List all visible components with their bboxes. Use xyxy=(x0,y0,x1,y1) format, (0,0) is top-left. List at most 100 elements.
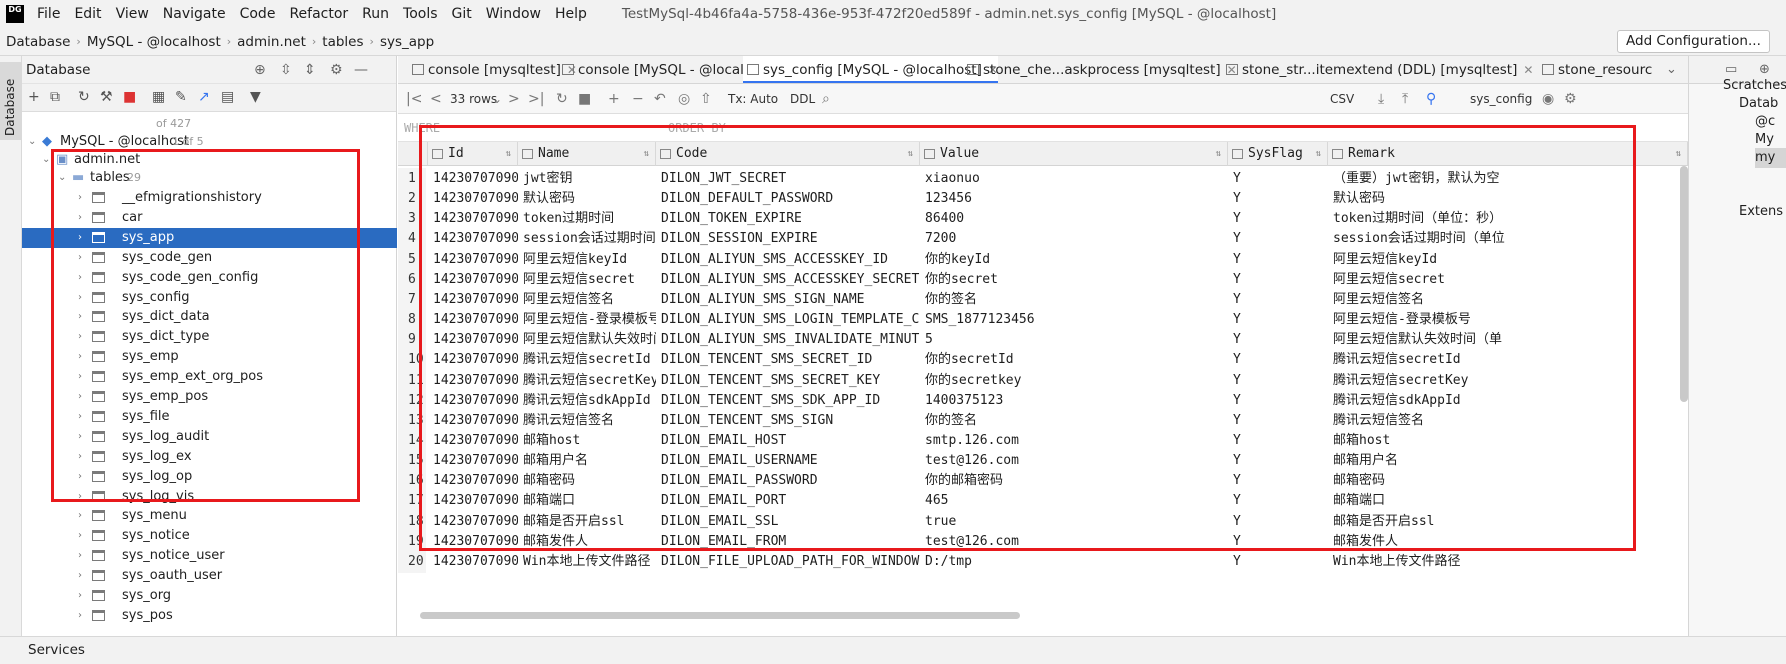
chevron-right-icon[interactable]: › xyxy=(78,447,82,467)
table-cell[interactable]: 86400 xyxy=(920,208,1228,230)
table-cell[interactable]: 邮箱host xyxy=(1328,430,1688,452)
chevron-right-icon[interactable]: › xyxy=(78,427,82,447)
row-number[interactable]: 1 xyxy=(398,168,426,190)
table-cell[interactable]: 142307070902348 xyxy=(428,289,518,311)
sort-icon[interactable]: ⇅ xyxy=(1316,142,1321,166)
table-cell[interactable]: 你的签名 xyxy=(920,289,1228,311)
table-cell[interactable]: DILON_FILE_UPLOAD_PATH_FOR_WINDOWS xyxy=(656,551,920,573)
right-panel-item[interactable]: My xyxy=(1755,130,1774,150)
prev-page-icon[interactable]: < xyxy=(430,91,442,107)
table-cell[interactable]: 邮箱是否开启ssl xyxy=(518,511,656,533)
table-cell[interactable]: DILON_EMAIL_PASSWORD xyxy=(656,470,920,492)
chevron-right-icon[interactable]: › xyxy=(78,566,82,586)
row-number[interactable]: 13 xyxy=(398,409,426,432)
order-by-input[interactable]: ORDER BY xyxy=(668,121,726,135)
sort-icon[interactable]: ⇅ xyxy=(506,142,511,166)
right-panel-item[interactable]: Extens xyxy=(1739,202,1783,222)
edit-icon[interactable]: ✎ xyxy=(175,89,187,105)
row-number[interactable]: 17 xyxy=(398,490,426,513)
table-cell[interactable]: 1400375123 xyxy=(920,390,1228,412)
last-page-icon[interactable]: >| xyxy=(528,91,544,107)
expand-all-icon[interactable]: ⇳ xyxy=(280,62,292,78)
refresh-icon[interactable]: ↻ xyxy=(556,91,568,107)
chevron-right-icon[interactable]: › xyxy=(78,288,82,308)
table-cell[interactable]: Y xyxy=(1228,430,1328,452)
table-cell[interactable]: DILON_TOKEN_EXPIRE xyxy=(656,208,920,230)
table-cell[interactable]: test@126.com xyxy=(920,450,1228,472)
chevron-right-icon[interactable]: › xyxy=(78,407,82,427)
table-cell[interactable]: 142307070902346 xyxy=(428,249,518,271)
table-cell[interactable]: Y xyxy=(1228,228,1328,250)
table-cell[interactable]: 5 xyxy=(920,329,1228,351)
tree-table-item[interactable]: › sys_log_audit xyxy=(22,427,397,447)
table-cell[interactable]: 142307070902356 xyxy=(428,450,518,472)
table-cell[interactable]: Win本地上传文件路径 xyxy=(518,551,656,573)
gear-icon[interactable]: ⚙ xyxy=(1564,91,1577,107)
submit-icon[interactable]: ⇧ xyxy=(700,91,712,107)
tree-table-item[interactable]: › sys_org xyxy=(22,586,397,606)
preview-icon[interactable]: ◎ xyxy=(678,91,690,107)
table-cell[interactable]: token过期时间（单位：秒） xyxy=(1328,208,1688,230)
stop-icon[interactable]: ■ xyxy=(123,89,136,105)
tree-table-item[interactable]: › sys_notice xyxy=(22,526,397,546)
chevron-right-icon[interactable]: › xyxy=(78,327,82,347)
table-cell[interactable]: 142307070902349 xyxy=(428,309,518,331)
tree-table-item[interactable]: › sys_log_op xyxy=(22,467,397,487)
column-header[interactable]: Name ⇅ xyxy=(518,142,656,166)
table-cell[interactable]: 142307070902358 xyxy=(428,490,518,512)
tree-table-item[interactable]: › sys_notice_user xyxy=(22,546,397,566)
where-filter-input[interactable]: WHERE xyxy=(404,121,440,135)
table-cell[interactable]: 阿里云短信默认失效时间 xyxy=(518,329,656,351)
table-cell[interactable]: 邮箱host xyxy=(518,430,656,452)
table-cell[interactable]: 142307070902347 xyxy=(428,269,518,291)
table-cell[interactable]: Win本地上传文件路径 xyxy=(1328,551,1688,573)
close-icon[interactable]: ✕ xyxy=(1523,63,1533,77)
row-number[interactable]: 4 xyxy=(398,228,426,251)
sort-icon[interactable]: ⇅ xyxy=(1676,142,1681,166)
table-cell[interactable]: DILON_TENCENT_SMS_SECRET_KEY xyxy=(656,370,920,392)
table-cell[interactable]: DILON_TENCENT_SMS_SDK_APP_ID xyxy=(656,390,920,412)
services-tab[interactable]: Services xyxy=(28,642,85,658)
chevron-right-icon[interactable]: › xyxy=(78,506,82,526)
table-cell[interactable]: 142307070902344 xyxy=(428,208,518,230)
tree-table-item[interactable]: › sys_app xyxy=(22,227,397,248)
download-icon[interactable]: ⤓ xyxy=(1378,91,1384,107)
chevron-right-icon[interactable]: › xyxy=(78,248,82,268)
table-cell[interactable]: 142307070902350 xyxy=(428,329,518,351)
table-cell[interactable]: 123456 xyxy=(920,188,1228,210)
table-icon[interactable]: ▦ xyxy=(152,89,165,105)
menu-view[interactable]: View xyxy=(109,0,156,28)
table-cell[interactable]: 阿里云短信-登录模板号 xyxy=(518,309,656,331)
menu-git[interactable]: Git xyxy=(445,0,479,28)
table-cell[interactable]: 阿里云短信keyId xyxy=(1328,249,1688,271)
chevron-right-icon[interactable]: › xyxy=(78,546,82,566)
compare-icon[interactable]: ⚲ xyxy=(1426,91,1436,107)
tree-table-item[interactable]: › sys_emp xyxy=(22,347,397,367)
tree-tables-folder[interactable]: ⌄ ▬ tables 29 xyxy=(22,168,397,188)
row-number[interactable]: 7 xyxy=(398,288,426,311)
tree-table-item[interactable]: › sys_emp_ext_org_pos xyxy=(22,367,397,387)
tree-table-item[interactable]: › sys_log_ex xyxy=(22,447,397,467)
table-cell[interactable]: 腾讯云短信secretKey xyxy=(518,370,656,392)
add-configuration-button[interactable]: Add Configuration... xyxy=(1617,30,1770,53)
table-cell[interactable]: DILON_EMAIL_PORT xyxy=(656,490,920,512)
search-icon[interactable]: ⌕ xyxy=(822,91,830,107)
column-header[interactable]: SysFlag ⇅ xyxy=(1228,142,1328,166)
table-cell[interactable]: 腾讯云短信签名 xyxy=(1328,410,1688,432)
tx-mode[interactable]: Tx: Auto xyxy=(728,92,778,106)
row-number[interactable]: 5 xyxy=(398,248,426,271)
table-cell[interactable]: true xyxy=(920,511,1228,533)
tree-table-item[interactable]: › sys_dict_data xyxy=(22,307,397,327)
row-number[interactable]: 15 xyxy=(398,450,426,473)
horizontal-scrollbar[interactable] xyxy=(420,612,1020,619)
vertical-scrollbar[interactable] xyxy=(1680,166,1688,402)
add-row-icon[interactable]: + xyxy=(608,91,620,107)
breadcrumb-tables[interactable]: tables xyxy=(316,34,369,50)
table-cell[interactable]: 腾讯云短信secretKey xyxy=(1328,370,1688,392)
row-number[interactable]: 14 xyxy=(398,429,426,452)
table-cell[interactable]: 142307070902357 xyxy=(428,470,518,492)
table-cell[interactable]: 142307070902345 xyxy=(428,228,518,250)
folder-icon[interactable]: ▭ xyxy=(1725,62,1737,77)
table-cell[interactable]: DILON_ALIYUN_SMS_INVALIDATE_MINUTES xyxy=(656,329,920,351)
table-cell[interactable]: Y xyxy=(1228,188,1328,210)
